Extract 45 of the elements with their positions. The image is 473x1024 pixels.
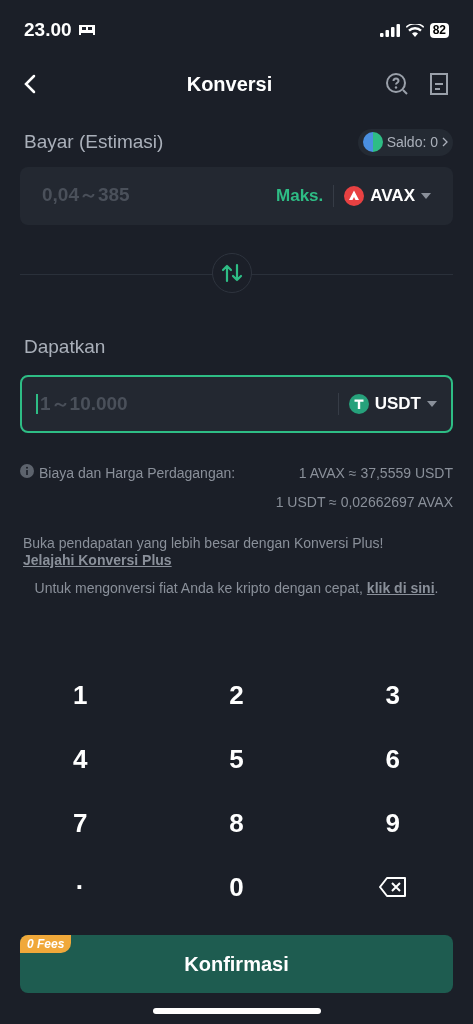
- clock-time: 23.00: [24, 17, 72, 42]
- bed-icon: [77, 24, 96, 36]
- keypad-key[interactable]: 2: [158, 663, 315, 727]
- wifi-icon: [405, 23, 424, 37]
- keypad-key[interactable]: 6: [314, 727, 471, 791]
- caret-icon: [427, 401, 437, 407]
- fiat-text: Untuk mengonversi fiat Anda ke kripto dengan cepat, klik di sini.: [33, 579, 440, 598]
- rate-text: 1 USDT ≈ 0,02662697 AVAX: [275, 493, 453, 512]
- back-icon[interactable]: [24, 74, 36, 94]
- page-title: Konversi: [186, 72, 273, 97]
- chevron-icon: [442, 137, 448, 148]
- balance-button[interactable]: Saldo: 0: [357, 128, 453, 156]
- battery-level: 82: [429, 22, 449, 38]
- confirm-button[interactable]: 0 Fees Konfirmasi: [20, 935, 453, 993]
- keypad-key[interactable]: 0: [158, 855, 315, 919]
- document-icon[interactable]: [429, 72, 449, 96]
- caret-icon: [421, 192, 431, 199]
- rate-text: 1 AVAX ≈ 37,5559 USDT: [298, 464, 453, 483]
- coin-icon: [348, 394, 369, 414]
- keypad-key[interactable]: ·: [2, 855, 159, 919]
- fees-badge: 0 Fees: [20, 935, 72, 953]
- swap-button[interactable]: [212, 252, 252, 293]
- info-label: Biaya dan Harga Perdagangan:: [39, 464, 236, 483]
- keypad-key[interactable]: 4: [2, 727, 159, 791]
- keypad-key[interactable]: 8: [158, 791, 315, 855]
- promo-text: Buka pendapatan yang lebih besar dengan Konversi Plus! Jelajahi Konversi Plus: [22, 535, 385, 569]
- backspace-icon: [378, 877, 407, 897]
- help-icon[interactable]: [385, 72, 409, 96]
- fiat-link[interactable]: klik di sini: [366, 580, 435, 596]
- info-icon: [20, 464, 34, 478]
- swap-icon: [221, 261, 243, 284]
- signal-icon: [379, 23, 400, 37]
- promo-link[interactable]: Jelajahi Konversi Plus: [23, 552, 172, 568]
- max-button[interactable]: Maks.: [276, 182, 324, 209]
- currency-selector[interactable]: AVAX: [344, 182, 431, 209]
- keypad-key[interactable]: 9: [314, 791, 471, 855]
- keypad-key[interactable]: 3: [314, 663, 471, 727]
- coin-icon: [362, 132, 383, 153]
- coin-icon: [344, 185, 365, 206]
- keypad-key[interactable]: 7: [2, 791, 159, 855]
- section-label: Bayar (Estimasi): [24, 130, 164, 154]
- currency-selector[interactable]: USDT: [348, 391, 437, 417]
- keypad-key[interactable]: 1: [2, 663, 159, 727]
- keypad-key[interactable]: 5: [158, 727, 315, 791]
- section-label: Dapatkan: [24, 335, 106, 357]
